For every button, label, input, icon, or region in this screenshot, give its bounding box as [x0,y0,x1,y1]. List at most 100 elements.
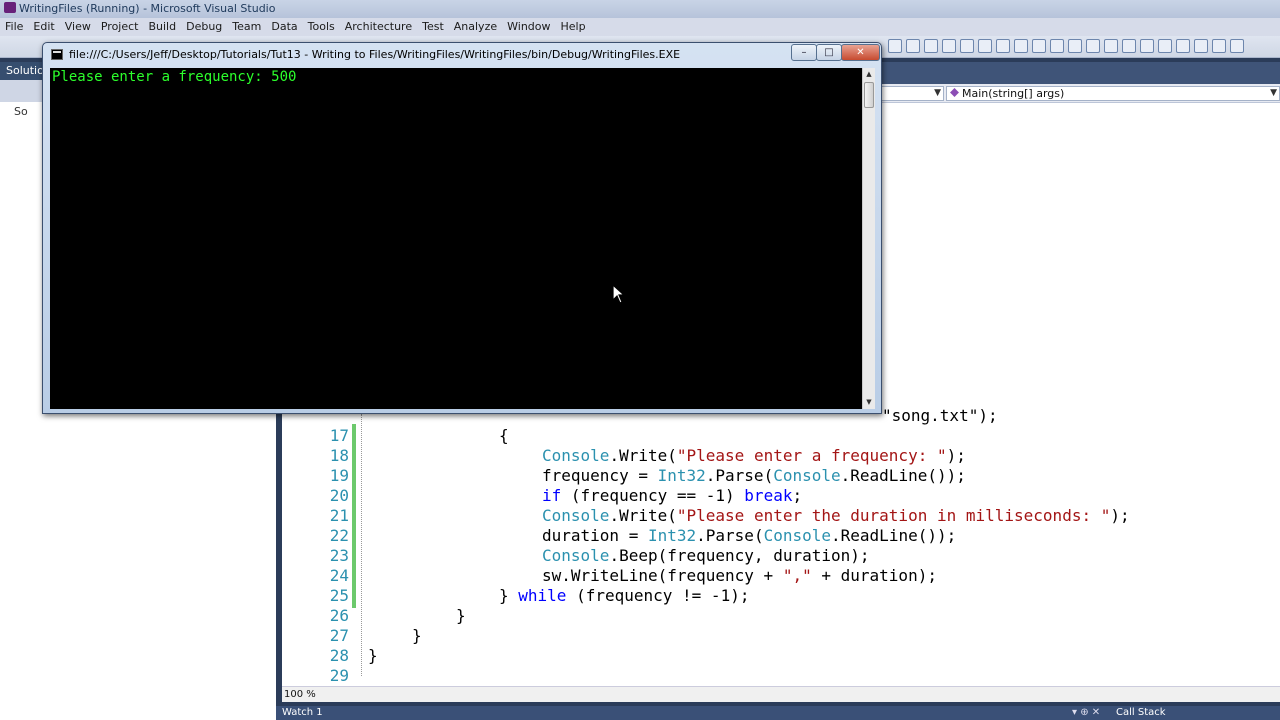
toolbar-icon[interactable] [1230,39,1244,53]
code-line: 26} [282,606,1280,626]
toolbar-icon[interactable] [996,39,1010,53]
line-number: 22 [329,526,349,545]
code-text: Console.Write("Please enter a frequency:… [542,446,966,465]
toolbar-icon[interactable] [1122,39,1136,53]
console-output-area[interactable]: Please enter a frequency: 500 ▲ ▼ [50,68,875,409]
toolbar-icon[interactable] [1014,39,1028,53]
scroll-up-arrow-icon[interactable]: ▲ [863,68,875,81]
menu-debug[interactable]: Debug [181,18,227,36]
code-line: 29 [282,666,1280,686]
code-text: { [499,426,509,445]
member-dropdown[interactable]: Main(string[] args) ▼ [946,86,1280,101]
code-text: sw.WriteLine(frequency + "," + duration)… [542,566,937,585]
toolbar-icon[interactable] [1104,39,1118,53]
console-scrollbar[interactable]: ▲ ▼ [862,68,875,409]
console-app-icon [51,49,63,60]
toolbar-icon[interactable] [960,39,974,53]
bottom-tool-panels: Watch 1 ▾ ⊕ ✕ Call Stack [276,706,1280,720]
code-line: 21 Console.Write("Please enter the durati… [282,506,1280,526]
chevron-down-icon: ▼ [1270,88,1277,98]
toolbar-icon[interactable] [978,39,992,53]
code-line: 19 frequency = Int32.Parse(Console.ReadLi… [282,466,1280,486]
watch-panel-tab[interactable]: Watch 1 [282,706,323,720]
code-line: 24 sw.WriteLine(frequency + "," + duratio… [282,566,1280,586]
toolbar-icon-group [888,39,1244,53]
member-dropdown-value: Main(string[] args) [962,87,1065,100]
toolbar-icon[interactable] [1176,39,1190,53]
menu-file[interactable]: File [0,18,28,36]
call-stack-panel-tab[interactable]: Call Stack [1116,706,1166,720]
line-number: 19 [329,466,349,485]
solution-tree: So [14,104,28,120]
toolbar-icon[interactable] [1032,39,1046,53]
line-number: 17 [329,426,349,445]
vs-window-title: WritingFiles (Running) - Microsoft Visua… [19,2,276,15]
menu-window[interactable]: Window [502,18,555,36]
menu-analyze[interactable]: Analyze [449,18,502,36]
toolbar-icon[interactable] [942,39,956,53]
line-number: 24 [329,566,349,585]
menu-project[interactable]: Project [96,18,144,36]
console-output-text: Please enter a frequency: 500 [52,69,297,85]
toolbar-icon[interactable] [1050,39,1064,53]
solution-tree-item[interactable]: So [14,104,28,120]
minimize-button[interactable]: – [791,44,817,61]
toolbar-icon[interactable] [1158,39,1172,53]
scrollbar-thumb[interactable] [864,82,874,108]
line-number: 18 [329,446,349,465]
zoom-level[interactable]: 100 % [284,687,316,702]
maximize-button[interactable]: □ [816,44,842,61]
code-text: frequency = Int32.Parse(Console.ReadLine… [542,466,966,485]
console-window[interactable]: file:///C:/Users/Jeff/Desktop/Tutorials/… [42,42,882,414]
menu-data[interactable]: Data [266,18,302,36]
vs-menu-bar: File Edit View Project Build Debug Team Data Too… [0,18,1280,36]
editor-zoom-bar: 100 % [282,686,1280,702]
toolbar-icon[interactable] [1140,39,1154,53]
toolbar-icon[interactable] [888,39,902,53]
code-line: 23 Console.Beep(frequency, duration); [282,546,1280,566]
line-number: 25 [329,586,349,605]
code-line: 18 Console.Write("Please enter a frequenc… [282,446,1280,466]
toolbar-icon[interactable] [1212,39,1226,53]
close-button[interactable]: ✕ [841,44,880,61]
menu-build[interactable]: Build [143,18,181,36]
toolbar-icon[interactable] [924,39,938,53]
code-line: 20 if (frequency == -1) break; [282,486,1280,506]
menu-help[interactable]: Help [556,18,591,36]
line-number: 29 [329,666,349,685]
line-number: 21 [329,506,349,525]
toolbar-icon[interactable] [1068,39,1082,53]
line-number: 27 [329,626,349,645]
code-line: 22 duration = Int32.Parse(Console.ReadLin… [282,526,1280,546]
code-text: } [412,626,422,645]
console-window-title: file:///C:/Users/Jeff/Desktop/Tutorials/… [69,48,681,61]
line-number: 20 [329,486,349,505]
menu-architecture[interactable]: Architecture [340,18,417,36]
menu-test[interactable]: Test [417,18,449,36]
pin-icon[interactable]: ▾ ⊕ ✕ [1072,706,1100,720]
menu-view[interactable]: View [60,18,96,36]
toolbar-icon[interactable] [1086,39,1100,53]
line-number: 28 [329,646,349,665]
console-title-bar[interactable]: file:///C:/Users/Jeff/Desktop/Tutorials/… [43,43,881,67]
code-text: } [368,646,378,665]
method-icon [950,88,959,97]
toolbar-icon[interactable] [906,39,920,53]
chevron-down-icon: ▼ [934,88,941,98]
menu-tools[interactable]: Tools [303,18,340,36]
mouse-cursor-icon [612,284,626,304]
scroll-down-arrow-icon[interactable]: ▼ [863,396,875,409]
menu-team[interactable]: Team [227,18,266,36]
code-text: Console.Write("Please enter the duration… [542,506,1130,525]
code-text: Console.Beep(frequency, duration); [542,546,870,565]
code-line: 25} while (frequency != -1); [282,586,1280,606]
line-number: 23 [329,546,349,565]
menu-edit[interactable]: Edit [28,18,59,36]
vs-title-bar: WritingFiles (Running) - Microsoft Visua… [0,0,1280,18]
code-text: if (frequency == -1) break; [542,486,803,505]
toolbar-icon[interactable] [1194,39,1208,53]
visual-studio-logo-icon [4,2,16,13]
code-line: 28} [282,646,1280,666]
code-text: duration = Int32.Parse(Console.ReadLine(… [542,526,957,545]
code-text: } [456,606,466,625]
